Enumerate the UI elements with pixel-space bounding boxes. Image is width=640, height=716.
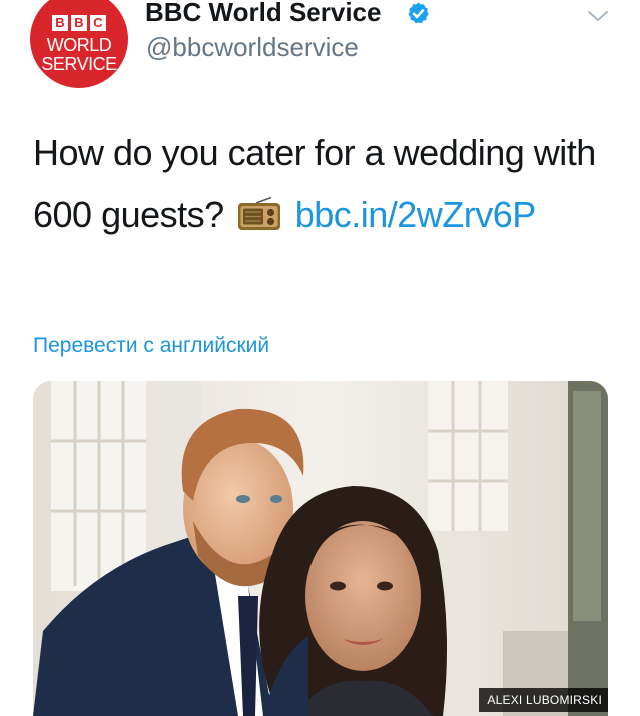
tweet-card: BBC WORLD SERVICE BBC World Service @bbc…	[0, 0, 640, 716]
tweet-photo[interactable]: ALEXI LUBOMIRSKI	[33, 381, 608, 716]
avatar[interactable]: BBC WORLD SERVICE	[30, 0, 128, 88]
avatar-line-1: WORLD	[46, 34, 112, 55]
radio-icon	[238, 197, 281, 230]
chevron-down-icon[interactable]	[586, 4, 610, 28]
avatar-line-2: SERVICE	[41, 53, 117, 74]
photo-couple-image	[33, 381, 608, 716]
verified-badge-icon	[408, 2, 429, 24]
photo-credit: ALEXI LUBOMIRSKI	[479, 688, 608, 712]
translate-link[interactable]: Перевести с английский	[33, 333, 269, 359]
tweet-text: How do you cater for a wedding with 600 …	[33, 122, 623, 246]
bbc-logo: BBC	[52, 14, 106, 31]
display-name[interactable]: BBC World Service	[145, 0, 381, 28]
user-handle[interactable]: @bbcworldservice	[146, 31, 359, 63]
tweet-link[interactable]: bbc.in/2wZrv6P	[295, 194, 537, 235]
